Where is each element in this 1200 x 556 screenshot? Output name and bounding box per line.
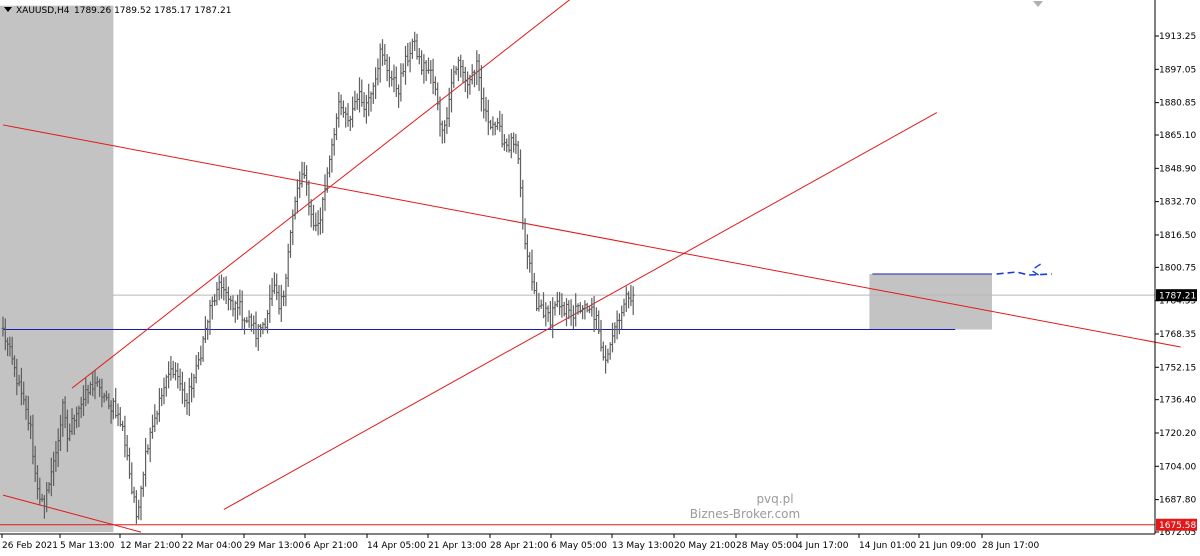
x-axis-ticks: 26 Feb 2021 5 Mar 13:00 12 Mar 21:00 22 Mar… [1,534,1039,551]
y-tick-label: 1913.25 [1159,32,1196,42]
price-badge-low-label: 1675.58 [1159,521,1196,531]
y-tick-label: 1736.40 [1159,396,1196,406]
x-tick-label: 6 May 05:00 [551,541,607,551]
y-tick-label: 1897.05 [1159,65,1196,75]
ohlc-values: 1789.26 1789.52 1785.17 1787.21 [74,6,231,16]
x-tick-label: 28 Jun 17:00 [982,541,1039,551]
x-tick-label: 14 Jun 01:00 [859,541,916,551]
y-tick-label: 1832.70 [1159,198,1196,208]
y-axis-ticks: 1913.25 1897.05 1880.85 1865.10 1848.90 1832.… [1155,32,1196,538]
x-tick-label: 6 Apr 21:00 [305,541,358,551]
y-tick-label: 1768.35 [1159,330,1196,340]
y-tick-label: 1687.80 [1159,496,1196,506]
y-tick-label: 1848.90 [1159,164,1196,174]
symbol-label: XAUUSD,H4 [16,6,70,16]
x-tick-label: 14 Apr 05:00 [367,541,426,551]
x-tick-label: 20 May 21:00 [674,541,736,551]
y-tick-label: 1704.00 [1159,462,1196,472]
x-tick-label: 26 Feb 2021 [2,541,58,551]
shade-consolidation [869,274,992,330]
chart: 1913.25 1897.05 1880.85 1865.10 1848.90 1832.… [0,0,1197,551]
x-tick-label: 13 May 13:00 [612,541,674,551]
watermark-line1: pvq.pl [756,492,793,506]
watermark-line2: Biznes-Broker.com [690,507,800,521]
price-badge-current-label: 1787.21 [1159,292,1196,302]
y-tick-label: 1800.75 [1159,263,1196,273]
x-tick-label: 22 Mar 04:00 [182,541,242,551]
y-tick-label: 1865.10 [1159,131,1196,141]
plot-background [0,0,1155,534]
x-tick-label: 29 Mar 13:00 [244,541,304,551]
x-tick-label: 28 May 05:00 [736,541,798,551]
y-tick-label: 1752.15 [1159,363,1196,373]
x-tick-label: 12 Mar 21:00 [120,541,180,551]
y-tick-label: 1720.20 [1159,429,1196,439]
x-tick-label: 21 Jun 09:00 [919,541,976,551]
x-tick-label: 21 Apr 13:00 [428,541,487,551]
y-tick-label: 1816.50 [1159,231,1196,241]
y-tick-label: 1880.85 [1159,99,1196,109]
x-tick-label: 5 Mar 13:00 [60,541,115,551]
x-tick-label: 28 Apr 21:00 [490,541,549,551]
x-tick-label: 4 Jun 17:00 [797,541,849,551]
